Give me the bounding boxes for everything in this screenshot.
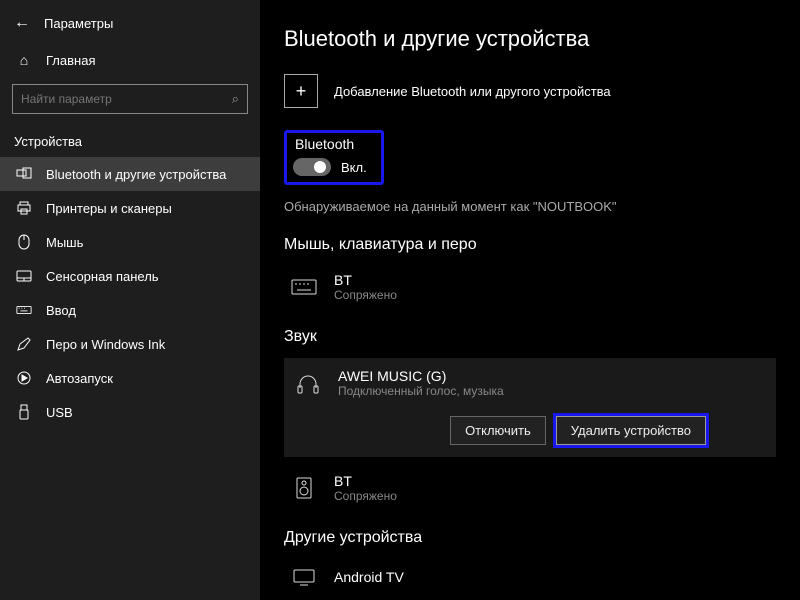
sidebar-item-mouse[interactable]: Мышь [0, 225, 260, 259]
keyboard-icon [16, 302, 32, 318]
disconnect-button[interactable]: Отключить [450, 416, 546, 445]
home-label: Главная [46, 53, 95, 68]
bluetooth-toggle-block: Bluetooth Вкл. [284, 130, 384, 185]
tv-icon [288, 565, 320, 589]
printer-icon [16, 200, 32, 216]
sidebar-item-label: Bluetooth и другие устройства [46, 167, 226, 182]
devices-icon [16, 166, 32, 182]
sidebar-item-label: Перо и Windows Ink [46, 337, 165, 352]
page-title: Bluetooth и другие устройства [284, 26, 776, 52]
device-name: BT [334, 272, 397, 288]
section-other: Другие устройства [284, 529, 776, 547]
sidebar-item-label: Ввод [46, 303, 76, 318]
bluetooth-state: Вкл. [341, 160, 367, 175]
sidebar-item-touchpad[interactable]: Сенсорная панель [0, 259, 260, 293]
remove-device-button[interactable]: Удалить устройство [556, 416, 706, 445]
device-name: Android TV [334, 569, 404, 585]
home-link[interactable]: ⌂ Главная [0, 42, 260, 78]
sidebar-item-label: Принтеры и сканеры [46, 201, 172, 216]
device-name: BT [334, 473, 397, 489]
speaker-icon [288, 476, 320, 500]
sidebar-item-pen[interactable]: Перо и Windows Ink [0, 327, 260, 361]
sidebar-item-printers[interactable]: Принтеры и сканеры [0, 191, 260, 225]
search-icon: ⌕ [232, 91, 239, 107]
sidebar-item-label: Сенсорная панель [46, 269, 159, 284]
touchpad-icon [16, 268, 32, 284]
add-device-button[interactable]: + Добавление Bluetooth или другого устро… [284, 74, 776, 108]
section-mouse-keyboard: Мышь, клавиатура и перо [284, 236, 776, 254]
sidebar-item-usb[interactable]: USB [0, 395, 260, 429]
device-bt-speaker[interactable]: BT Сопряжено [284, 467, 776, 509]
device-android-tv[interactable]: Android TV [284, 559, 776, 595]
search-input[interactable] [21, 92, 232, 106]
sidebar-item-label: USB [46, 405, 73, 420]
device-status: Сопряжено [334, 489, 397, 503]
device-name: AWEI MUSIC (G) [338, 368, 504, 384]
back-icon[interactable]: ← [14, 14, 30, 32]
device-bt-keyboard[interactable]: BT Сопряжено [284, 266, 776, 308]
usb-icon [16, 404, 32, 420]
bluetooth-toggle[interactable] [293, 158, 331, 176]
sidebar-item-bluetooth[interactable]: Bluetooth и другие устройства [0, 157, 260, 191]
home-icon: ⌂ [16, 52, 32, 68]
sidebar-item-autoplay[interactable]: Автозапуск [0, 361, 260, 395]
sidebar-item-label: Мышь [46, 235, 83, 250]
plus-icon: + [284, 74, 318, 108]
device-status: Сопряжено [334, 288, 397, 302]
category-title: Устройства [0, 128, 260, 157]
device-status: Подключенный голос, музыка [338, 384, 504, 398]
autoplay-icon [16, 370, 32, 386]
keyboard-icon [288, 275, 320, 299]
discoverable-text: Обнаруживаемое на данный момент как "NOU… [284, 199, 776, 214]
app-title: Параметры [44, 16, 113, 31]
section-sound: Звук [284, 328, 776, 346]
bluetooth-label: Bluetooth [293, 136, 367, 152]
sidebar-item-label: Автозапуск [46, 371, 113, 386]
search-box[interactable]: ⌕ [12, 84, 248, 114]
headphones-icon [292, 371, 324, 395]
add-device-label: Добавление Bluetooth или другого устройс… [334, 84, 611, 99]
sidebar-item-typing[interactable]: Ввод [0, 293, 260, 327]
mouse-icon [16, 234, 32, 250]
pen-icon [16, 336, 32, 352]
device-awei[interactable]: AWEI MUSIC (G) Подключенный голос, музык… [284, 358, 776, 408]
